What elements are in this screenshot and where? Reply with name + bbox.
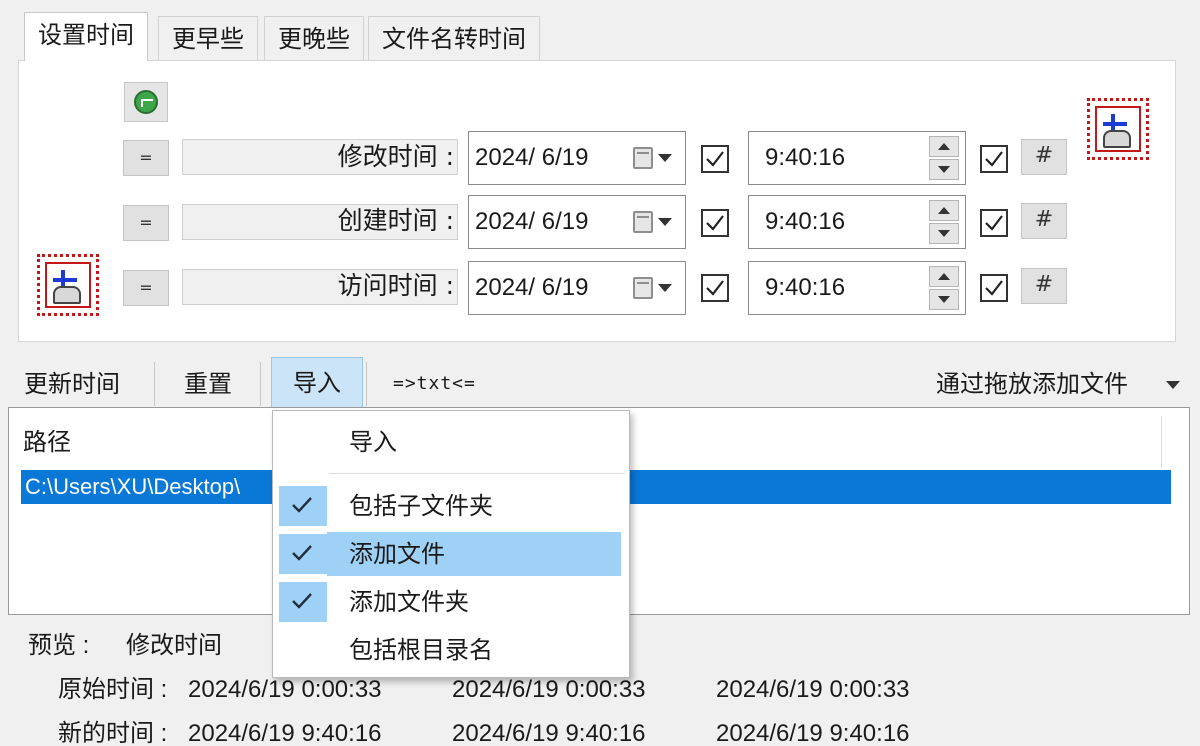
modified-time-input[interactable]: 9:40:16 — [748, 131, 966, 185]
time-spinner[interactable] — [929, 136, 959, 180]
import-button[interactable]: 导入 — [271, 357, 363, 409]
new-time-label: 新的时间 : — [58, 720, 168, 746]
new-time-1: 2024/6/19 9:40:16 — [188, 720, 382, 746]
column-divider[interactable] — [1161, 416, 1162, 468]
accessed-date-picker[interactable]: 2024/ 6/19 — [468, 261, 686, 315]
time-spinner[interactable] — [929, 200, 959, 244]
modified-date-checkbox[interactable] — [701, 145, 729, 173]
created-time-input[interactable]: 9:40:16 — [748, 195, 966, 249]
tab-filename-to-time[interactable]: 文件名转时间 — [368, 16, 540, 60]
calendar-dropdown-icon[interactable] — [633, 275, 675, 301]
menu-header-import[interactable]: 导入 — [273, 419, 631, 465]
accessed-date-value: 2024/ 6/19 — [475, 274, 589, 301]
menu-item-add-folders[interactable]: 添加文件夹 — [273, 579, 631, 625]
tab-earlier[interactable]: 更早些 — [158, 16, 258, 60]
chevron-down-icon[interactable] — [1166, 381, 1180, 389]
accessed-time-value: 9:40:16 — [765, 274, 846, 301]
created-date-value: 2024/ 6/19 — [475, 208, 589, 235]
import-menu: 导入 包括子文件夹 添加文件 添加文件夹 包括根目录名 — [272, 410, 630, 678]
time-app-icon-secondary[interactable] — [37, 254, 99, 316]
preview-label: 预览 : — [28, 632, 90, 659]
menu-item-include-root-name[interactable]: 包括根目录名 — [273, 627, 631, 673]
original-time-3: 2024/6/19 0:00:33 — [716, 676, 910, 703]
original-time-1: 2024/6/19 0:00:33 — [188, 676, 382, 703]
equals-button-created[interactable]: = — [123, 205, 169, 241]
accessed-date-checkbox[interactable] — [701, 274, 729, 302]
txt-button[interactable]: =>txt<= — [393, 370, 476, 398]
tab-set-time[interactable]: 设置时间 — [24, 12, 148, 61]
preview-field: 修改时间 — [126, 632, 222, 659]
menu-separator — [329, 473, 625, 474]
check-icon — [279, 582, 327, 622]
toolbar-separator — [260, 362, 261, 406]
drag-add-dropdown[interactable]: 通过拖放添加文件 — [936, 366, 1128, 402]
created-time-checkbox[interactable] — [980, 209, 1008, 237]
toolbar-separator — [366, 362, 367, 406]
update-time-button[interactable]: 更新时间 — [24, 366, 120, 402]
modified-time-value: 9:40:16 — [765, 144, 846, 171]
menu-item-include-subfolders[interactable]: 包括子文件夹 — [273, 483, 631, 529]
time-spinner[interactable] — [929, 266, 959, 310]
modified-time-label: 修改时间 : — [337, 142, 454, 171]
original-time-2: 2024/6/19 0:00:33 — [452, 676, 646, 703]
menu-item-add-files[interactable]: 添加文件 — [273, 531, 631, 577]
original-time-label: 原始时间 : — [58, 676, 168, 703]
check-icon — [279, 534, 327, 574]
created-time-label: 创建时间 : — [337, 206, 454, 235]
created-time-value: 9:40:16 — [765, 208, 846, 235]
modified-time-checkbox[interactable] — [980, 145, 1008, 173]
accessed-time-label: 访问时间 : — [337, 271, 454, 300]
check-icon — [279, 486, 327, 526]
new-time-2: 2024/6/19 9:40:16 — [452, 720, 646, 746]
modified-date-value: 2024/ 6/19 — [475, 144, 589, 171]
accessed-time-checkbox[interactable] — [980, 274, 1008, 302]
hash-button-accessed[interactable]: # — [1021, 268, 1067, 304]
undo-icon[interactable] — [124, 82, 168, 122]
calendar-dropdown-icon[interactable] — [633, 145, 675, 171]
accessed-time-input[interactable]: 9:40:16 — [748, 261, 966, 315]
new-time-3: 2024/6/19 9:40:16 — [716, 720, 910, 746]
modified-date-picker[interactable]: 2024/ 6/19 — [468, 131, 686, 185]
equals-button-modified[interactable]: = — [123, 140, 169, 176]
hash-button-created[interactable]: # — [1021, 203, 1067, 239]
tab-later[interactable]: 更晚些 — [264, 16, 364, 60]
hash-button-modified[interactable]: # — [1021, 139, 1067, 175]
time-app-icon[interactable] — [1087, 98, 1149, 160]
path-column-header[interactable]: 路径 — [23, 426, 71, 458]
calendar-dropdown-icon[interactable] — [633, 209, 675, 235]
reset-button[interactable]: 重置 — [184, 366, 232, 402]
equals-button-accessed[interactable]: = — [123, 270, 169, 306]
created-date-checkbox[interactable] — [701, 209, 729, 237]
created-date-picker[interactable]: 2024/ 6/19 — [468, 195, 686, 249]
toolbar-separator — [154, 362, 155, 406]
